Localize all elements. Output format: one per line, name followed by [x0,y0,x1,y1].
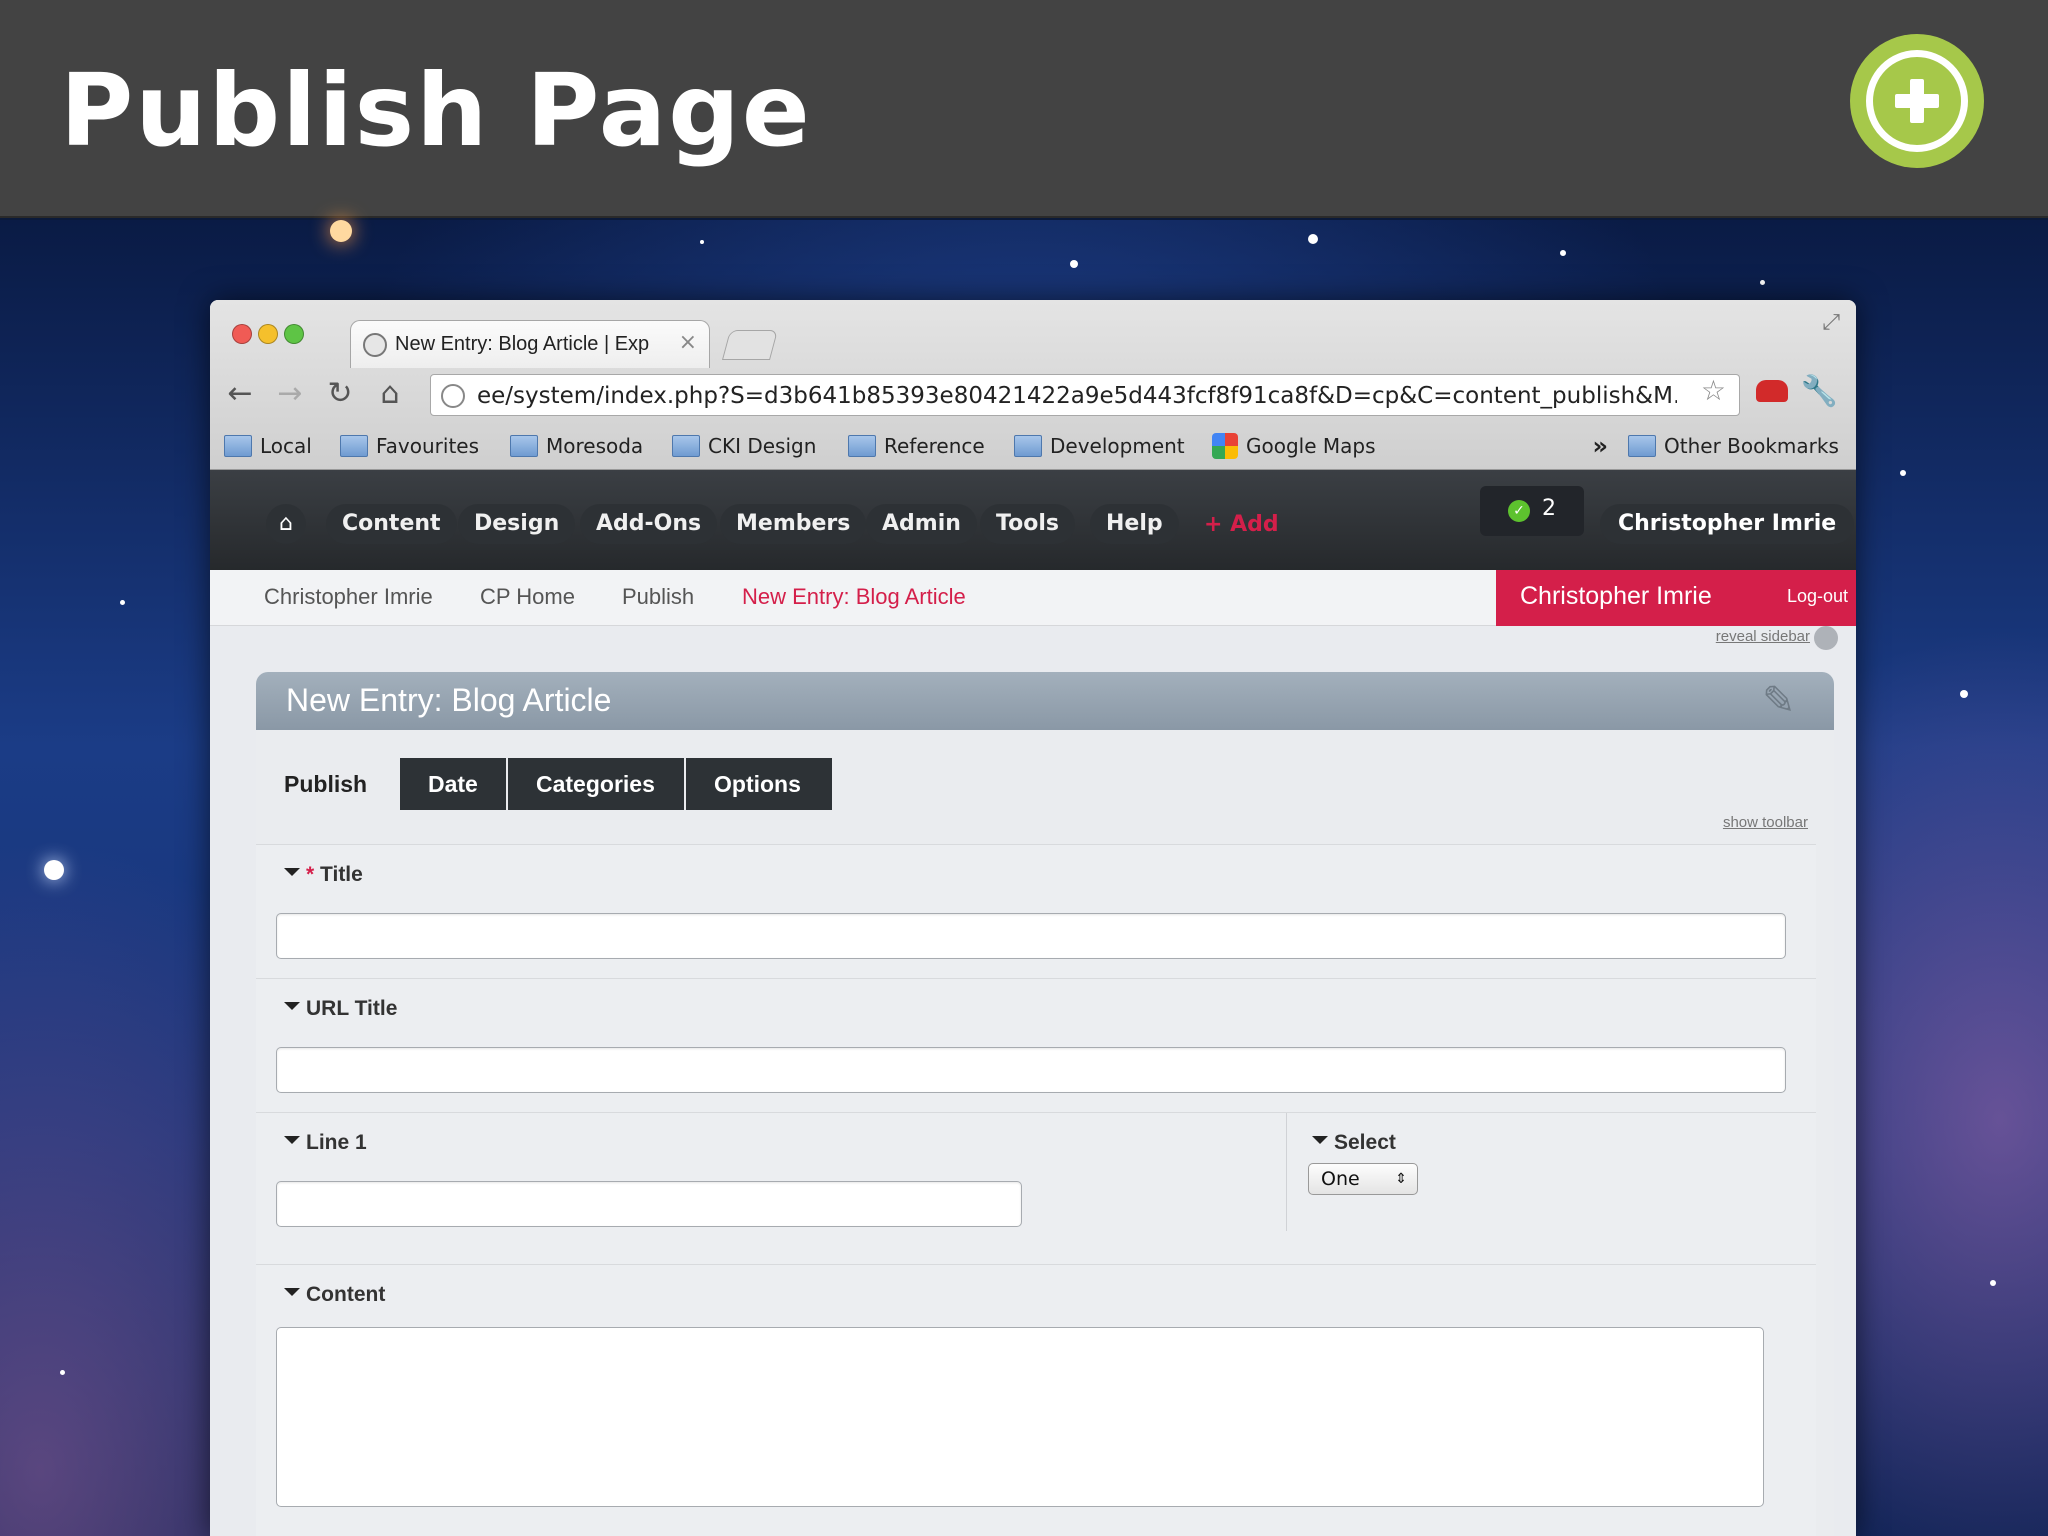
bookmark-development[interactable]: Development [1014,430,1185,462]
nav-tools[interactable]: Tools [980,504,1075,544]
browser-tab[interactable]: New Entry: Blog Article | Exp × [350,320,710,368]
zoom-window-button[interactable] [284,324,304,344]
bookmark-favourites[interactable]: Favourites [340,430,479,462]
browser-window: New Entry: Blog Article | Exp × ⤢ ← → ↻ … [210,300,1856,1536]
title-input[interactable] [276,913,1786,959]
content-textarea[interactable] [276,1327,1764,1507]
collapse-triangle-icon [284,1136,300,1145]
reload-button[interactable]: ↻ [322,376,358,411]
nav-help[interactable]: Help [1090,504,1179,544]
new-tab-button[interactable] [721,330,779,360]
browser-chrome: New Entry: Blog Article | Exp × ⤢ ← → ↻ … [210,300,1856,470]
select-label[interactable]: Select [1312,1131,1396,1155]
bookmark-local[interactable]: Local [224,430,312,462]
address-url: ee/system/index.php?S=d3b641b85393e80421… [477,383,1677,409]
select-dropdown[interactable]: One ⇕ [1308,1163,1418,1195]
folder-icon [848,435,876,457]
breadcrumb-user[interactable]: Christopher Imrie [264,584,433,610]
page-title: New Entry: Blog Article [286,682,612,718]
tab-close-icon[interactable]: × [679,330,697,355]
back-button[interactable]: ← [222,376,258,411]
tab-date[interactable]: Date [400,758,506,810]
bookmarks-bar: Local Favourites Moresoda CKI Design Ref… [210,424,1856,468]
add-badge-icon [1850,34,1984,168]
notification-count: 2 [1542,496,1556,521]
tab-options[interactable]: Options [686,758,832,810]
user-box: Christopher Imrie Log-out [1496,570,1856,626]
panel-header: New Entry: Blog Article ✎ [256,672,1834,730]
nav-admin[interactable]: Admin [866,504,977,544]
bookmark-cki-design[interactable]: CKI Design [672,430,816,462]
tab-publish[interactable]: Publish [256,758,400,810]
home-icon[interactable]: ⌂ [266,504,306,544]
select-arrows-icon: ⇕ [1395,1171,1407,1187]
forward-button[interactable]: → [272,376,308,411]
content-label[interactable]: Content [284,1283,385,1307]
title-label[interactable]: * Title [284,863,363,887]
slide-title: Publish Page [60,52,812,169]
breadcrumb-current: New Entry: Blog Article [742,584,966,609]
folder-icon [510,435,538,457]
publish-panel: New Entry: Blog Article ✎ Publish Date C… [256,672,1834,1536]
folder-icon [1628,435,1656,457]
nav-add-ons[interactable]: Add-Ons [580,504,718,544]
breadcrumb-publish[interactable]: Publish [622,584,694,610]
bookmarks-overflow-button[interactable]: » [1592,432,1608,460]
logout-link[interactable]: Log-out [1787,586,1848,607]
content-field-row: Content [256,1265,1816,1536]
add-link[interactable]: + Add [1204,512,1279,537]
bookmark-reference[interactable]: Reference [848,430,985,462]
url-title-label[interactable]: URL Title [284,997,397,1021]
address-bar[interactable]: ee/system/index.php?S=d3b641b85393e80421… [430,374,1740,416]
collapse-triangle-icon [284,1288,300,1297]
bookmark-star-icon[interactable]: ☆ [1701,374,1726,407]
user-menu[interactable]: Christopher Imrie [1600,504,1855,544]
collapse-triangle-icon [1312,1136,1328,1145]
check-icon: ✓ [1508,500,1530,522]
folder-icon [340,435,368,457]
line1-select-row: Line 1 Select One ⇕ [256,1113,1816,1265]
folder-icon [672,435,700,457]
url-title-field-row: URL Title [256,979,1816,1113]
pen-icon: ✎ [1762,678,1796,724]
user-box-name[interactable]: Christopher Imrie [1520,582,1712,611]
line1-label[interactable]: Line 1 [284,1131,367,1155]
collapse-triangle-icon [284,1002,300,1011]
line1-input[interactable] [276,1181,1022,1227]
close-window-button[interactable] [232,324,252,344]
reveal-sidebar-link[interactable]: reveal sidebar [1716,628,1810,645]
globe-icon [441,384,465,408]
notifications-button[interactable]: ✓ 2 [1480,486,1584,536]
minimize-window-button[interactable] [258,324,278,344]
fullscreen-icon[interactable]: ⤢ [1822,310,1840,335]
nav-content[interactable]: Content [326,504,457,544]
breadcrumb-cp-home[interactable]: CP Home [480,584,575,610]
tab-categories[interactable]: Categories [508,758,684,810]
folder-icon [1014,435,1042,457]
collapse-triangle-icon [284,868,300,877]
nav-members[interactable]: Members [720,504,867,544]
bookmark-other[interactable]: Other Bookmarks [1628,430,1839,462]
favicon-icon [363,333,387,357]
tab-title: New Entry: Blog Article | Exp [395,333,650,355]
bookmark-moresoda[interactable]: Moresoda [510,430,643,462]
breadcrumb: Christopher Imrie CP Home Publish New En… [210,570,1856,626]
folder-icon [224,435,252,457]
publish-form: * Title URL Title Line 1 Select One ⇕ Co… [256,844,1816,1536]
show-toolbar-link[interactable]: show toolbar [1723,814,1808,831]
home-button[interactable]: ⌂ [372,376,408,411]
navigation-bar: ← → ↻ ⌂ ee/system/index.php?S=d3b641b853… [210,368,1856,420]
column-divider [1286,1113,1287,1231]
url-title-input[interactable] [276,1047,1786,1093]
google-maps-icon [1212,433,1238,459]
extension-icon[interactable] [1756,380,1788,402]
nav-design[interactable]: Design [458,504,576,544]
reveal-sidebar-icon[interactable] [1814,626,1838,650]
wrench-icon[interactable]: 🔧 [1801,374,1838,409]
title-field-row: * Title [256,845,1816,979]
slide-header: Publish Page [0,0,2048,218]
bookmark-google-maps[interactable]: Google Maps [1212,430,1376,462]
publish-tabs: Publish Date Categories Options [256,758,1834,810]
cp-main-nav: ⌂ Content Design Add-Ons Members Admin T… [210,470,1856,570]
